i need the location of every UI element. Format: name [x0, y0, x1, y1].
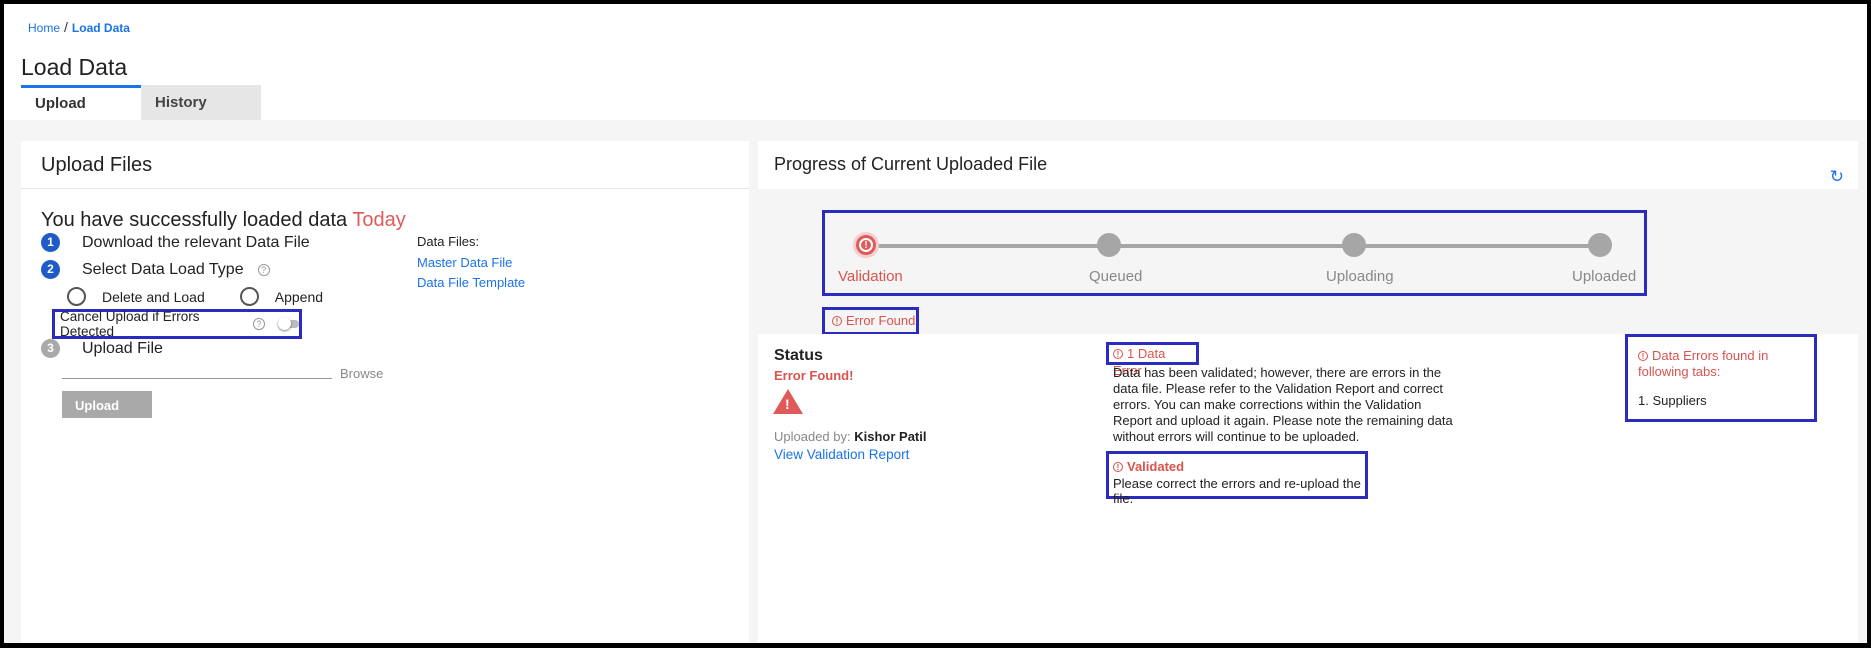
error-circle-icon: !: [859, 238, 873, 252]
warning-icon-glyph: !: [785, 396, 790, 412]
success-message-highlight: Today: [352, 209, 406, 231]
error-circle-icon: !: [1113, 462, 1123, 472]
upload-panel-title: Upload Files: [21, 141, 749, 189]
progress-panel: Progress of Current Uploaded File ↻ ! Va…: [758, 141, 1858, 643]
data-files-block: Data Files: Master Data File Data File T…: [417, 234, 525, 295]
stage-queued-label: Queued: [1089, 268, 1143, 285]
uploaded-by-label: Uploaded by:: [774, 429, 851, 444]
error-found-text: Error Found: [846, 313, 916, 328]
step-label: Upload File: [82, 339, 163, 357]
stage-uploaded-label: Uploaded: [1572, 268, 1637, 285]
data-files-label: Data Files:: [417, 234, 480, 249]
success-message: You have successfully loaded data Today: [41, 209, 406, 232]
step-label: Select Data Load Type: [82, 260, 244, 278]
help-icon[interactable]: ?: [257, 263, 270, 276]
cancel-upload-label: Cancel Upload if Errors Detected: [60, 309, 200, 339]
append-label: Append: [274, 288, 324, 305]
tab-errors-heading: ! Data Errors found in following tabs:: [1638, 348, 1804, 380]
error-circle-icon: !: [832, 316, 842, 326]
progress-panel-title: Progress of Current Uploaded File: [774, 154, 1048, 174]
app-frame: Home / Load Data Load Data Upload History …: [0, 0, 1871, 648]
file-path-input[interactable]: [62, 357, 332, 379]
stage-uploaded-node: [1588, 233, 1612, 257]
upload-files-panel: Upload Files You have successfully loade…: [21, 141, 749, 643]
toggle-knob: [277, 317, 291, 330]
step-number-badge: 2: [41, 260, 60, 279]
warning-icon: !: [773, 389, 803, 414]
cancel-upload-option: Cancel Upload if Errors Detected ?: [52, 309, 302, 339]
step-download: 1 Download the relevant Data File: [41, 233, 310, 252]
breadcrumb-home-link[interactable]: Home: [28, 21, 60, 35]
top-bar: Home / Load Data Load Data Upload History: [4, 4, 1867, 120]
stage-uploading-node: [1342, 233, 1366, 257]
data-file-template-link[interactable]: Data File Template: [417, 275, 525, 290]
master-data-file-link[interactable]: Master Data File: [417, 255, 525, 270]
validated-heading: ! Validated: [1113, 459, 1361, 474]
append-radio[interactable]: [239, 287, 259, 306]
error-circle-icon: !: [1113, 349, 1123, 359]
status-value: Error Found!: [774, 368, 854, 383]
data-error-message: Data has been validated; however, there …: [1113, 365, 1453, 444]
step-upload-file: 3 Upload File: [41, 339, 163, 358]
browse-button[interactable]: Browse: [340, 366, 383, 381]
error-circle-icon: !: [1638, 351, 1648, 361]
step-select-type: 2 Select Data Load Type ?: [41, 260, 270, 279]
tab-errors-box: ! Data Errors found in following tabs: 1.…: [1625, 334, 1817, 422]
status-area: Status Error Found! ! Uploaded by: Kisho…: [758, 334, 1858, 643]
breadcrumb-separator: /: [64, 19, 68, 35]
progress-stepper: ! Validation Queued Uploading Uploaded: [822, 210, 1647, 296]
tab-history[interactable]: History: [141, 85, 261, 120]
tab-bar: Upload History: [21, 85, 261, 120]
stage-validation-node: !: [853, 232, 879, 258]
page-title: Load Data: [21, 54, 128, 80]
stage-validation-label: Validation: [838, 268, 903, 285]
view-validation-report-link[interactable]: View Validation Report: [774, 447, 909, 462]
upload-button[interactable]: Upload: [62, 391, 152, 418]
cancel-upload-toggle[interactable]: [277, 317, 299, 330]
progress-stepper-area: ! Validation Queued Uploading Uploaded !…: [758, 189, 1858, 335]
progress-track: [875, 244, 1607, 248]
validated-title: Validated: [1127, 459, 1185, 474]
help-icon[interactable]: ?: [253, 318, 265, 330]
error-found-badge: ! Error Found: [822, 307, 919, 335]
stage-uploading-label: Uploading: [1326, 268, 1394, 285]
tab-upload[interactable]: Upload: [21, 85, 141, 120]
data-error-heading: ! 1 Data Error: [1106, 342, 1199, 378]
status-title: Status: [774, 347, 823, 364]
step-label: Download the relevant Data File: [82, 233, 310, 251]
validated-message: Please correct the errors and re-upload …: [1113, 476, 1361, 506]
tab-errors-item: 1. Suppliers: [1638, 393, 1707, 408]
progress-panel-header: Progress of Current Uploaded File ↻: [758, 141, 1858, 189]
success-message-text: You have successfully loaded data: [41, 209, 348, 231]
uploaded-by: Uploaded by: Kishor Patil: [774, 429, 927, 444]
delete-and-load-label: Delete and Load: [102, 288, 205, 305]
delete-and-load-radio[interactable]: [67, 287, 86, 306]
stage-queued-node: [1097, 233, 1121, 257]
validated-notice: ! Validated Please correct the errors and…: [1106, 451, 1368, 506]
step-number-badge: 3: [41, 339, 60, 358]
breadcrumb-current[interactable]: Load Data: [72, 21, 130, 35]
breadcrumb: Home / Load Data: [28, 19, 130, 35]
tab-errors-title: Data Errors found in following tabs:: [1638, 348, 1769, 379]
load-type-radio-group: Delete and Load Append: [67, 287, 323, 306]
step-number-badge: 1: [41, 233, 60, 252]
uploaded-by-name: Kishor Patil: [854, 429, 927, 444]
